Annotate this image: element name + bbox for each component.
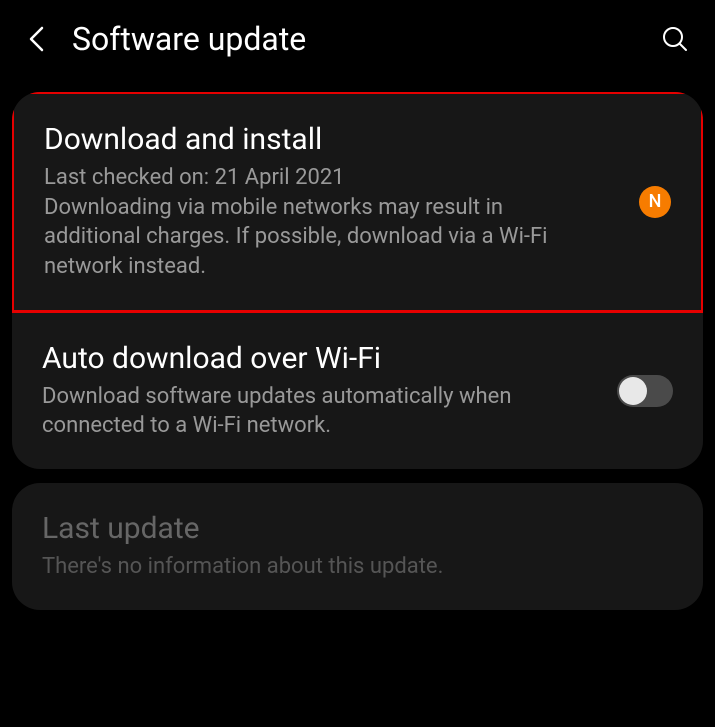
download-install-desc: Last checked on: 21 April 2021 Downloadi… xyxy=(44,163,671,282)
last-update-title: Last update xyxy=(42,511,673,546)
auto-download-title: Auto download over Wi-Fi xyxy=(42,341,673,376)
search-icon[interactable] xyxy=(659,23,691,55)
page-title: Software update xyxy=(72,20,306,58)
last-update-desc: There's no information about this update… xyxy=(42,552,673,582)
back-icon[interactable] xyxy=(24,27,48,51)
notification-badge: N xyxy=(639,186,671,218)
last-update-item[interactable]: Last update There's no information about… xyxy=(12,483,703,610)
header-left: Software update xyxy=(24,20,306,58)
header: Software update xyxy=(0,0,715,78)
last-update-card: Last update There's no information about… xyxy=(12,483,703,610)
settings-card: Download and install Last checked on: 21… xyxy=(12,92,703,469)
auto-download-toggle[interactable] xyxy=(617,375,673,407)
auto-download-desc: Download software updates automatically … xyxy=(42,382,673,441)
auto-download-item[interactable]: Auto download over Wi-Fi Download softwa… xyxy=(12,313,703,469)
download-install-item[interactable]: Download and install Last checked on: 21… xyxy=(12,92,703,313)
toggle-knob xyxy=(619,377,647,405)
download-install-title: Download and install xyxy=(44,122,671,157)
